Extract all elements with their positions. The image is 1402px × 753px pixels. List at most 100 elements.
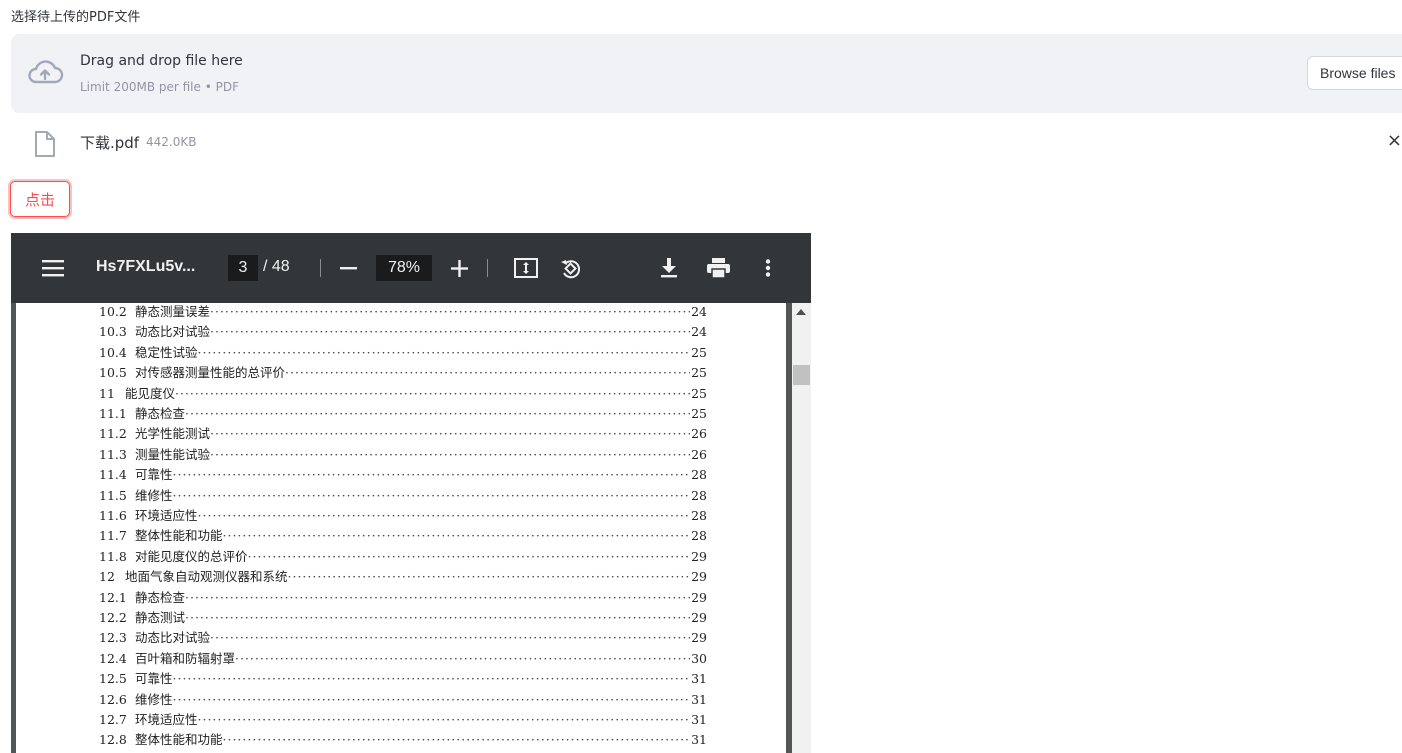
page-number-input[interactable] bbox=[228, 255, 258, 281]
uploader-label: 选择待上传的PDF文件 bbox=[11, 10, 141, 25]
toc-entry: 12.5 可靠性 31 bbox=[99, 668, 707, 688]
toc-entry-title: 地面气象自动观测仪器和系统 bbox=[125, 569, 288, 585]
toc-entry: 10.3 动态比对试验 24 bbox=[99, 321, 707, 341]
toc-dot-leader bbox=[210, 324, 690, 339]
toc-entry-page: 25 bbox=[691, 385, 707, 401]
toc-entry-page: 31 bbox=[691, 691, 707, 707]
toc-entry-page: 29 bbox=[691, 569, 707, 585]
viewer-scrollbar[interactable] bbox=[792, 303, 811, 753]
toc-entry-number: 12.5 bbox=[99, 671, 127, 687]
file-icon bbox=[35, 131, 55, 157]
toc-entry-title: 动态比对试验 bbox=[135, 324, 211, 340]
toc-entry-number: 11.5 bbox=[99, 487, 127, 503]
toc-entry-page: 29 bbox=[691, 548, 707, 564]
toc-entry-title: 维修性 bbox=[135, 487, 173, 503]
toc-dot-leader bbox=[198, 712, 691, 727]
toc-dot-leader bbox=[248, 549, 691, 564]
toc-entry-title: 百叶箱和防辐射罩 bbox=[135, 650, 236, 666]
toc-entry: 11.6 环境适应性 28 bbox=[99, 505, 707, 525]
toc-entry-title: 能见度仪 bbox=[125, 385, 176, 401]
zoom-in-icon[interactable] bbox=[451, 260, 468, 277]
toc-entry-number: 10.5 bbox=[99, 365, 127, 381]
uploaded-file-row: 下载.pdf 442.0KB × bbox=[11, 122, 1402, 162]
file-dropzone[interactable]: Drag and drop file here Limit 200MB per … bbox=[11, 34, 1402, 113]
toc-dot-leader bbox=[185, 590, 690, 605]
toc-entry: 12.4 百叶箱和防辐射罩 30 bbox=[99, 648, 707, 668]
toc-entry-title: 静态测量误差 bbox=[135, 304, 211, 319]
toc-entry: 11 能见度仪 25 bbox=[99, 383, 707, 403]
toc-dot-leader bbox=[185, 406, 690, 421]
toc-entry-number: 11.4 bbox=[99, 467, 127, 483]
toc-entry: 10.2 静态测量误差 24 bbox=[99, 303, 707, 321]
toc-entry-number: 11.3 bbox=[99, 446, 127, 462]
toc-entry: 10.5 对传感器测量性能的总评价 25 bbox=[99, 362, 707, 382]
pdf-page: 10.2 静态测量误差 24 10.3 动态比对试验 24 10.4 稳定性试验 25 10.5 对… bbox=[16, 303, 786, 753]
toc-entry-page: 25 bbox=[691, 344, 707, 360]
menu-icon[interactable] bbox=[42, 258, 64, 278]
toc-entry-title: 静态检查 bbox=[135, 589, 186, 605]
toc-dot-leader bbox=[198, 345, 691, 360]
print-icon[interactable] bbox=[707, 258, 730, 278]
rotate-icon[interactable] bbox=[559, 257, 583, 281]
toc-entry-title: 测量性能试验 bbox=[135, 446, 211, 462]
toc-dot-leader bbox=[235, 651, 690, 666]
browse-files-button[interactable]: Browse files bbox=[1307, 56, 1402, 90]
download-icon[interactable] bbox=[660, 258, 678, 278]
toc-entry-number: 11 bbox=[99, 385, 115, 401]
toc-entry-number: 11.8 bbox=[99, 548, 127, 564]
toc-entry-title: 维修性 bbox=[135, 691, 173, 707]
pdf-viewer: Hs7FXLu5v... / 48 bbox=[11, 233, 811, 753]
toc-entry-number: 12.2 bbox=[99, 610, 127, 625]
zoom-level-input[interactable] bbox=[376, 255, 432, 281]
toc-dot-leader bbox=[185, 610, 690, 625]
dropzone-title: Drag and drop file here bbox=[80, 53, 243, 69]
toc-entry-page: 28 bbox=[691, 508, 707, 523]
toc-entry-number: 10.2 bbox=[99, 304, 127, 319]
more-options-icon[interactable] bbox=[765, 259, 771, 277]
toc-entry-title: 静态检查 bbox=[135, 406, 186, 421]
toc-entry-number: 10.3 bbox=[99, 324, 127, 340]
toc-entry-number: 11.7 bbox=[99, 528, 127, 544]
toc-entry-number: 12.8 bbox=[99, 732, 127, 748]
toc-entry-title: 静态测试 bbox=[135, 610, 186, 625]
toc-entry-title: 对能见度仪的总评价 bbox=[135, 548, 248, 564]
zoom-out-icon[interactable] bbox=[340, 267, 357, 270]
toc-entry: 11.1 静态检查 25 bbox=[99, 403, 707, 423]
toc-dot-leader bbox=[285, 365, 690, 380]
toc-entry-page: 28 bbox=[691, 487, 707, 503]
pdf-toolbar: Hs7FXLu5v... / 48 bbox=[11, 233, 811, 303]
toc-entry-page: 29 bbox=[691, 610, 707, 625]
toc-entry-page: 26 bbox=[691, 426, 707, 442]
toc-entry-title: 稳定性试验 bbox=[135, 344, 198, 360]
toc-entry: 11.2 光学性能测试 26 bbox=[99, 423, 707, 443]
toc-entry-title: 对传感器测量性能的总评价 bbox=[135, 365, 286, 381]
remove-file-icon[interactable]: × bbox=[1387, 130, 1402, 151]
uploaded-file-name: 下载.pdf bbox=[80, 134, 140, 152]
scroll-thumb[interactable] bbox=[793, 365, 810, 385]
toc-dot-leader bbox=[175, 386, 690, 401]
uploaded-file-size: 442.0KB bbox=[146, 135, 197, 149]
toolbar-divider bbox=[487, 259, 488, 277]
toc-entry-page: 31 bbox=[691, 671, 707, 687]
fit-page-icon[interactable] bbox=[514, 258, 538, 278]
toc-dot-leader bbox=[198, 508, 691, 523]
toc-entry-page: 24 bbox=[691, 324, 707, 340]
pdf-page-area: 10.2 静态测量误差 24 10.3 动态比对试验 24 10.4 稳定性试验 25 10.5 对… bbox=[11, 303, 792, 753]
toolbar-divider bbox=[320, 259, 321, 277]
toc-dot-leader bbox=[173, 692, 691, 707]
toc-entry: 11.5 维修性 28 bbox=[99, 485, 707, 505]
toc-dot-leader bbox=[173, 671, 691, 686]
toc-entry-number: 10.4 bbox=[99, 344, 127, 360]
toc-dot-leader bbox=[223, 528, 691, 543]
click-button[interactable]: 点击 bbox=[10, 181, 70, 217]
toc-entry-number: 11.1 bbox=[99, 406, 127, 421]
toc-entry-page: 24 bbox=[691, 304, 707, 319]
toc-entry-number: 11.6 bbox=[99, 508, 127, 523]
toc-entry-number: 12 bbox=[99, 569, 115, 585]
toc-entry-title: 光学性能测试 bbox=[135, 426, 211, 442]
toc-dot-leader bbox=[210, 447, 690, 462]
pdf-document-title: Hs7FXLu5v... bbox=[96, 258, 196, 275]
toc-dot-leader bbox=[210, 426, 690, 441]
page-total: / 48 bbox=[263, 258, 290, 275]
scroll-up-arrow-icon[interactable] bbox=[796, 309, 806, 315]
